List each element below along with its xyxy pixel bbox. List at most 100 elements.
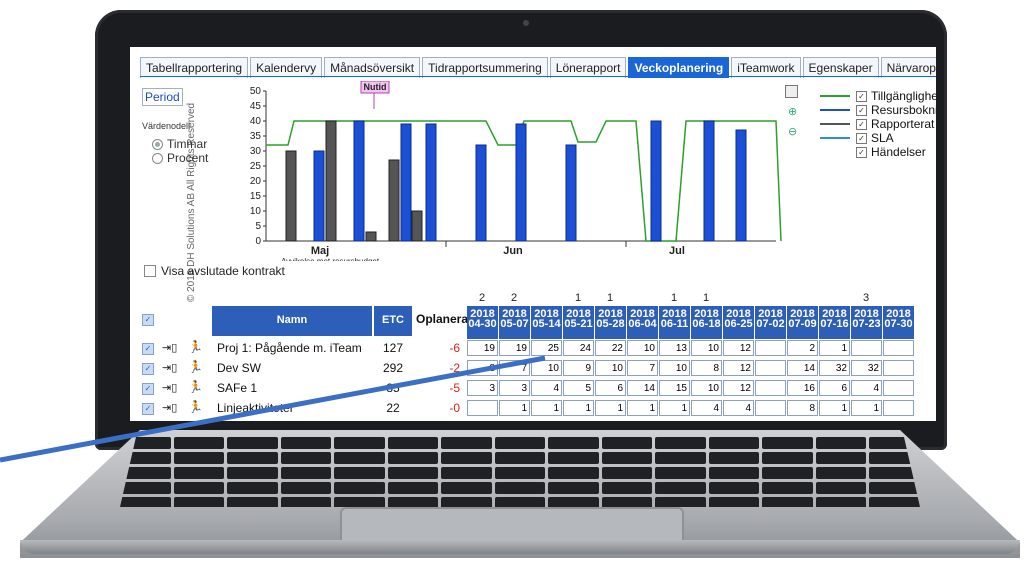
week-cell[interactable]: 1 [627, 400, 658, 416]
tab-veckoplanering[interactable]: Veckoplanering [628, 57, 730, 78]
week-header[interactable]: 2018 06-11 [659, 306, 690, 339]
week-cell[interactable]: 24 [563, 340, 594, 356]
row-checkbox[interactable]: ✓ [142, 403, 154, 415]
week-cell[interactable]: 5 [563, 380, 594, 396]
week-cell[interactable]: 8 [787, 400, 818, 416]
week-cell[interactable] [883, 400, 914, 416]
period-button[interactable]: Period [142, 88, 183, 106]
week-cell[interactable]: 13 [659, 340, 690, 356]
checkbox[interactable] [144, 265, 156, 277]
week-cell[interactable]: 8 [691, 360, 722, 376]
legend-item[interactable]: ✓ Resursbokning [820, 103, 936, 117]
week-cell[interactable]: 4 [851, 380, 882, 396]
week-cell[interactable] [883, 380, 914, 396]
week-cell[interactable]: 7 [627, 360, 658, 376]
row-checkbox[interactable]: ✓ [142, 363, 154, 375]
name-header[interactable]: Namn [212, 306, 372, 336]
week-cell[interactable]: 12 [723, 360, 754, 376]
legend-item[interactable]: ✓ Rapporterat [820, 117, 936, 131]
week-cell[interactable]: 10 [627, 340, 658, 356]
door-icon[interactable]: ⇥▯ [162, 401, 177, 414]
runner-icon[interactable]: 🏃 [188, 360, 203, 374]
week-cell[interactable]: 1 [563, 400, 594, 416]
week-header[interactable]: 2018 05-28 [595, 306, 626, 339]
door-icon[interactable]: ⇥▯ [162, 361, 177, 374]
week-cell[interactable]: 14 [627, 380, 658, 396]
week-cell[interactable]: 1 [851, 400, 882, 416]
week-cell[interactable]: 1 [659, 400, 690, 416]
legend-item[interactable]: ✓ Händelser [820, 145, 936, 159]
week-cell[interactable]: 15 [659, 380, 690, 396]
fullscreen-icon[interactable] [785, 85, 798, 98]
tab-lönerapport[interactable]: Lönerapport [549, 57, 627, 78]
tab-tabellrapportering[interactable]: Tabellrapportering [140, 57, 249, 78]
week-cell[interactable]: 10 [691, 340, 722, 356]
door-icon[interactable]: ⇥▯ [162, 381, 177, 394]
checkbox[interactable]: ✓ [856, 104, 867, 116]
select-all-checkbox[interactable]: ✓ [142, 314, 154, 326]
week-cell[interactable] [851, 340, 882, 356]
week-cell[interactable]: 10 [531, 360, 562, 376]
week-cell[interactable]: 1 [819, 400, 850, 416]
week-cell[interactable] [883, 340, 914, 356]
week-cell[interactable] [755, 380, 786, 396]
week-header[interactable]: 2018 07-30 [883, 306, 914, 339]
checkbox[interactable]: ✓ [856, 90, 867, 102]
row-name[interactable]: Dev SW [217, 361, 261, 375]
week-cell[interactable] [467, 400, 498, 416]
tab-egenskaper[interactable]: Egenskaper [802, 57, 879, 78]
week-cell[interactable]: 10 [595, 360, 626, 376]
week-cell[interactable]: 1 [499, 400, 530, 416]
week-cell[interactable]: 1 [819, 340, 850, 356]
week-cell[interactable]: 22 [595, 340, 626, 356]
week-cell[interactable] [755, 340, 786, 356]
week-cell[interactable]: 9 [563, 360, 594, 376]
week-cell[interactable]: 19 [499, 340, 530, 356]
zoom-in-icon[interactable]: ⊕ [788, 105, 797, 118]
week-cell[interactable]: 10 [659, 360, 690, 376]
tab-månadsöversikt[interactable]: Månadsöversikt [324, 57, 421, 78]
week-cell[interactable]: 7 [499, 360, 530, 376]
checkbox[interactable]: ✓ [856, 118, 867, 130]
tab-kalendervy[interactable]: Kalendervy [250, 57, 323, 78]
row-name[interactable]: Proj 1: Pågående m. iTeam [217, 341, 362, 355]
week-header[interactable]: 2018 04-30 [467, 306, 498, 339]
week-cell[interactable]: 19 [467, 340, 498, 356]
week-cell[interactable]: 10 [691, 380, 722, 396]
runner-icon[interactable]: 🏃 [188, 340, 203, 354]
week-header[interactable]: 2018 06-18 [691, 306, 722, 339]
radio-hours[interactable]: Timmar [152, 137, 207, 151]
week-header[interactable]: 2018 07-09 [787, 306, 818, 339]
checkbox[interactable]: ✓ [856, 132, 867, 144]
etc-header[interactable]: ETC [374, 306, 412, 336]
week-cell[interactable]: 32 [851, 360, 882, 376]
week-header[interactable]: 2018 07-16 [819, 306, 850, 339]
show-closed-contracts[interactable]: Visa avslutade kontrakt [144, 264, 285, 278]
week-cell[interactable]: 12 [723, 340, 754, 356]
week-cell[interactable]: 8 [467, 360, 498, 376]
radio-percent[interactable]: Procent [152, 151, 208, 165]
zoom-out-icon[interactable]: ⊖ [788, 125, 797, 138]
week-cell[interactable]: 16 [787, 380, 818, 396]
week-cell[interactable]: 4 [531, 380, 562, 396]
week-cell[interactable]: 3 [499, 380, 530, 396]
runner-icon[interactable]: 🏃 [188, 400, 203, 414]
week-cell[interactable]: 14 [787, 360, 818, 376]
week-cell[interactable]: 12 [723, 380, 754, 396]
week-cell[interactable] [755, 400, 786, 416]
week-cell[interactable]: 2 [787, 340, 818, 356]
runner-icon[interactable]: 🏃 [188, 380, 203, 394]
tab-närvaroplan[interactable]: Närvaroplan [880, 57, 936, 78]
tab-iteamwork[interactable]: iTeamwork [731, 57, 801, 78]
week-header[interactable]: 2018 05-07 [499, 306, 530, 339]
week-cell[interactable] [755, 360, 786, 376]
week-cell[interactable]: 4 [723, 400, 754, 416]
unplanned-header[interactable]: Oplanerat [416, 312, 472, 326]
row-checkbox[interactable]: ✓ [142, 383, 154, 395]
week-cell[interactable]: 25 [531, 340, 562, 356]
legend-item[interactable]: ✓ SLA [820, 131, 936, 145]
week-cell[interactable]: 3 [467, 380, 498, 396]
week-cell[interactable]: 6 [595, 380, 626, 396]
week-header[interactable]: 2018 05-14 [531, 306, 562, 339]
week-header[interactable]: 2018 06-04 [627, 306, 658, 339]
